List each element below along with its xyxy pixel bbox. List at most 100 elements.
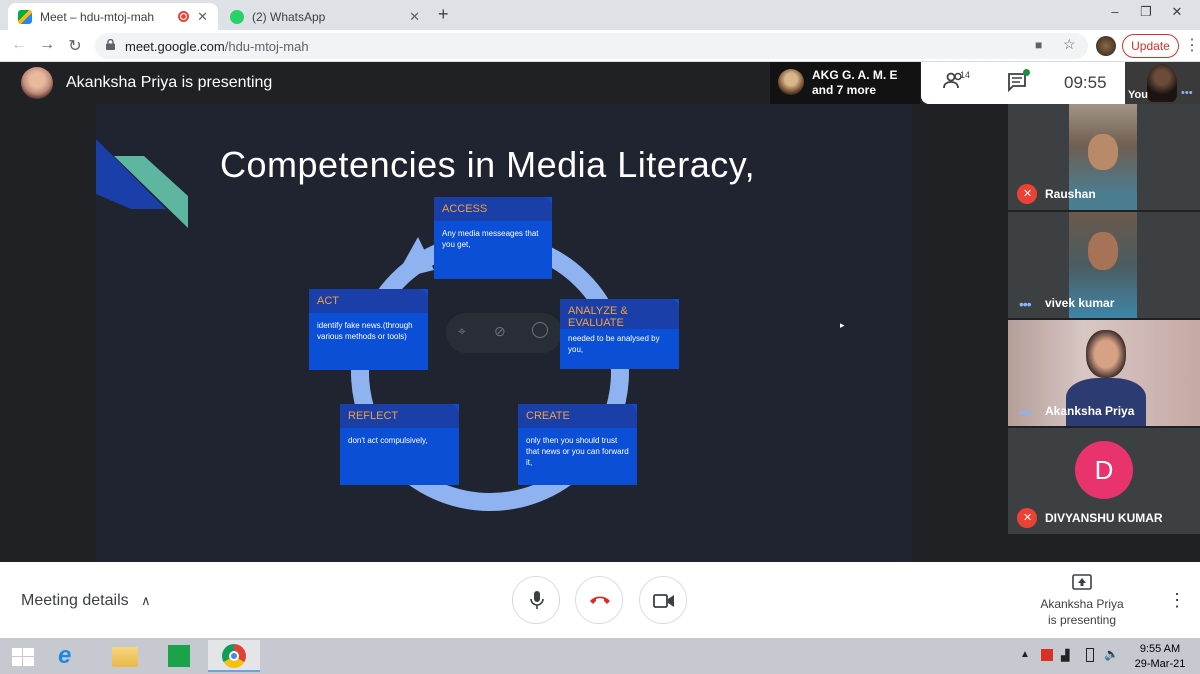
camera-icon: [653, 594, 674, 608]
forward-icon[interactable]: →: [36, 36, 58, 54]
recording-icon: [178, 11, 189, 22]
tab-meet[interactable]: Meet – hdu-mtoj-mah ✕: [8, 3, 218, 30]
mute-audio-icon[interactable]: ⊘: [494, 323, 506, 340]
store-button[interactable]: [154, 640, 204, 672]
minimize-icon[interactable]: –: [1100, 4, 1130, 19]
more-options-icon[interactable]: •••: [1181, 87, 1193, 99]
windows-taskbar: e ▲ ▟ 🔈 9:55 AM 29-Mar-21: [0, 638, 1200, 674]
hang-up-icon: [590, 596, 610, 604]
battery-icon[interactable]: [1086, 648, 1094, 662]
url-path: /hdu-mtoj-mah: [224, 38, 309, 54]
meeting-details-label: Meeting details: [21, 592, 129, 609]
reflect-box: REFLECT don't act compulsively,: [340, 404, 459, 485]
chat-button[interactable]: [1007, 69, 1031, 94]
system-date: 29-Mar-21: [1134, 658, 1186, 670]
meeting-clock: 09:55: [1064, 73, 1107, 92]
self-label: You: [1128, 89, 1148, 101]
meet-controls-panel: 14 09:55: [921, 62, 1125, 104]
tray-overflow-icon[interactable]: ▲: [1020, 649, 1030, 660]
slide-decoration: [96, 139, 188, 228]
browser-tab-strip: Meet – hdu-mtoj-mah ✕ (2) WhatsApp ✕ + –…: [0, 0, 1200, 30]
active-speakers-chip[interactable]: AKG G. A. M. E and 7 more: [770, 62, 920, 104]
update-button[interactable]: Update: [1122, 34, 1179, 58]
participant-name: DIVYANSHU KUMAR: [1045, 511, 1163, 525]
presenting-status-line2: is presenting: [1047, 613, 1117, 627]
camera-button[interactable]: [639, 576, 687, 624]
meeting-details-button[interactable]: Meeting details ∧: [21, 592, 151, 610]
pin-icon[interactable]: ⌖: [458, 323, 466, 340]
more-menu-icon[interactable]: ⋮: [1184, 35, 1200, 55]
self-video-tile[interactable]: You •••: [1125, 62, 1200, 104]
tab-whatsapp[interactable]: (2) WhatsApp ✕: [220, 3, 430, 30]
analyze-body: needed to be analysed by you,: [568, 334, 660, 354]
camera-permission-icon[interactable]: ■: [1035, 38, 1042, 52]
back-icon[interactable]: ←: [8, 36, 30, 54]
create-heading: CREATE: [518, 404, 637, 428]
system-clock[interactable]: 9:55 AM 29-Mar-21: [1130, 642, 1190, 672]
url-host: meet.google.com: [125, 38, 225, 54]
present-now-icon[interactable]: [1072, 574, 1092, 590]
close-tab-icon[interactable]: ✕: [197, 9, 208, 25]
reflect-body: don't act compulsively,: [348, 436, 428, 445]
mic-off-icon: ✕: [1017, 508, 1037, 528]
participant-name: Akanksha Priya: [1045, 404, 1135, 418]
chevron-up-icon: ∧: [141, 593, 151, 608]
presenting-title: Akanksha Priya is presenting: [66, 74, 273, 91]
presenting-status: Akanksha Priya is presenting: [1035, 596, 1129, 628]
speaker-avatar: [778, 69, 804, 95]
new-tab-icon[interactable]: +: [438, 4, 449, 25]
close-tab-icon[interactable]: ✕: [409, 9, 420, 25]
chrome-button[interactable]: [208, 640, 260, 672]
close-window-icon[interactable]: ✕: [1162, 4, 1192, 20]
speaking-indicator-icon: •••: [1019, 404, 1032, 420]
volume-icon[interactable]: 🔈: [1104, 647, 1119, 661]
lock-icon: [106, 39, 115, 50]
reload-icon[interactable]: ↻: [64, 36, 86, 56]
access-heading: ACCESS: [434, 197, 552, 221]
profile-avatar[interactable]: [1096, 36, 1116, 56]
speaker-name: AKG G. A. M. E: [812, 68, 898, 82]
folder-icon: [112, 647, 138, 667]
participant-face: [1088, 134, 1118, 170]
mic-off-icon: ✕: [1017, 184, 1037, 204]
speaking-indicator-icon: •••: [1019, 296, 1032, 312]
system-time: 9:55 AM: [1139, 643, 1181, 655]
people-button[interactable]: 14: [943, 70, 971, 94]
participant-tile-raushan[interactable]: ✕ Raushan: [1008, 104, 1200, 210]
participant-body: [1066, 378, 1146, 426]
google-meet-icon: [18, 9, 32, 24]
leave-call-button[interactable]: [575, 576, 623, 624]
unread-dot: [1023, 69, 1030, 76]
address-bar[interactable]: meet.google.com/hdu-mtoj-mah ■ ☆: [95, 33, 1088, 59]
start-button[interactable]: [0, 640, 50, 672]
access-box: ACCESS Any media messeages that you get,: [434, 197, 552, 279]
self-video: [1147, 64, 1177, 102]
participant-face: [1086, 330, 1126, 378]
participant-face: [1088, 232, 1118, 270]
participant-tile-vivek[interactable]: ••• vivek kumar: [1008, 212, 1200, 318]
speaker-more: and 7 more: [812, 83, 877, 97]
microphone-icon: [530, 591, 544, 609]
reflect-heading: REFLECT: [340, 404, 459, 428]
file-explorer-button[interactable]: [100, 640, 150, 672]
internet-explorer-icon: e: [58, 642, 72, 669]
microphone-button[interactable]: [512, 576, 560, 624]
restore-icon[interactable]: ❐: [1131, 4, 1161, 20]
action-center-alert-icon[interactable]: [1041, 649, 1053, 661]
act-body: identify fake news.(through various meth…: [317, 321, 413, 341]
create-body: only then you should trust that news or …: [526, 436, 629, 467]
remove-icon[interactable]: [532, 322, 548, 338]
signal-icon[interactable]: ▟: [1061, 649, 1069, 662]
initial-avatar: D: [1075, 441, 1133, 499]
meet-bottom-bar: Meeting details ∧ Akanksha Priya is pres…: [0, 562, 1200, 638]
act-box: ACT identify fake news.(through various …: [309, 289, 428, 370]
presentation-slide: Competencies in Media Literacy, ⌖ ⊘ ACCE…: [96, 104, 912, 562]
mouse-cursor: ▸: [840, 320, 845, 330]
participant-tile-divyanshu[interactable]: D ✕ DIVYANSHU KUMAR: [1008, 428, 1200, 534]
more-options-icon[interactable]: ⋮: [1168, 590, 1186, 611]
pin-overlay: ⌖ ⊘: [446, 313, 562, 353]
participant-tile-akanksha[interactable]: ••• Akanksha Priya: [1008, 320, 1200, 426]
bookmark-star-icon[interactable]: ☆: [1063, 36, 1076, 53]
presenting-status-line1: Akanksha Priya: [1040, 597, 1124, 611]
internet-explorer-button[interactable]: e: [46, 640, 96, 672]
